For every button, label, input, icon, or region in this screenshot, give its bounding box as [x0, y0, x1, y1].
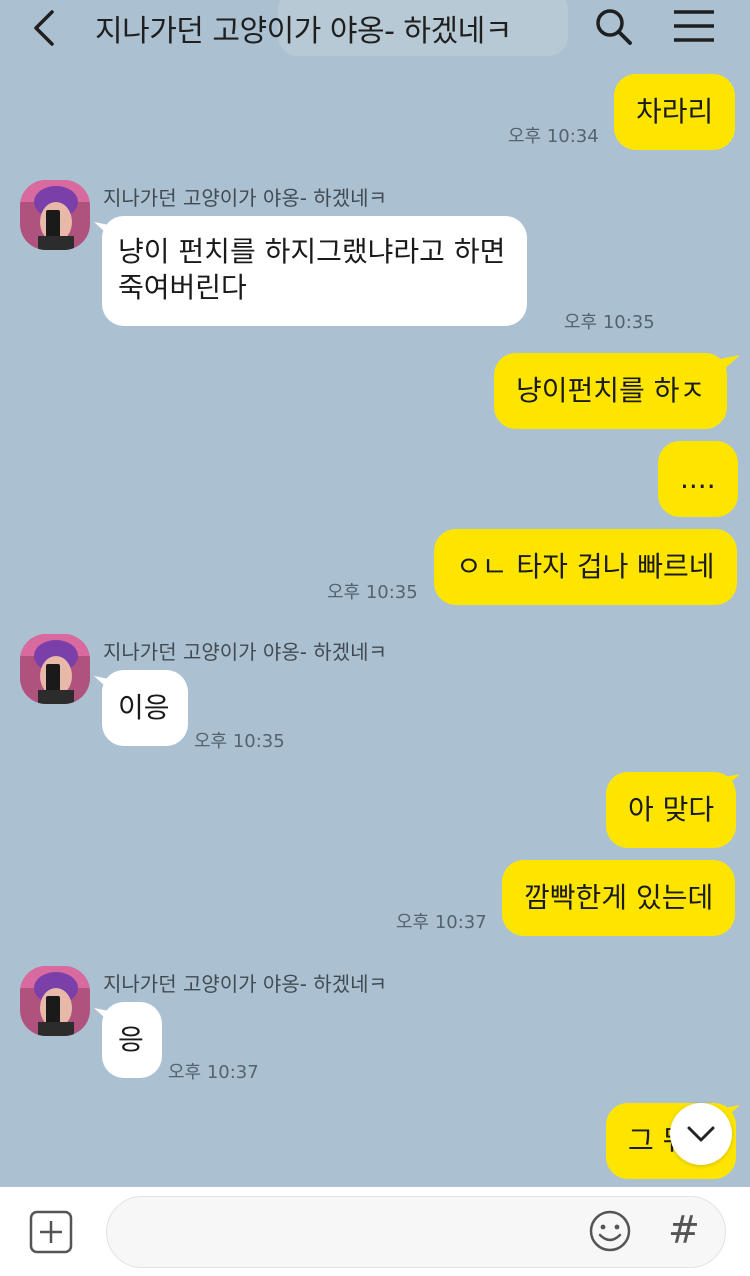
hamburger-menu-icon — [674, 10, 714, 42]
avatar-image — [20, 966, 90, 1036]
my-message-bubble[interactable]: ㅇㄴ 타자 겁나 빠르네 — [434, 529, 737, 605]
plus-box-icon — [29, 1210, 73, 1254]
bubble-tail — [720, 355, 740, 373]
chat-title: 지나가던 고양이가 야옹- 하겠네ㅋ — [95, 14, 512, 49]
message-text: ㅇㄴ 타자 겁나 빠르네 — [456, 550, 715, 583]
chat-header: 지나가던 고양이가 야옹- 하겠네ㅋ — [0, 0, 750, 58]
message-text: 응 — [118, 1023, 144, 1056]
other-message-bubble[interactable]: 이응 — [102, 670, 188, 746]
message-text: .... — [680, 462, 716, 495]
emoji-button[interactable] — [588, 1209, 632, 1253]
other-message-bubble[interactable]: 냥이 펀치를 하지그랬냐라고 하면 죽여버린다 — [102, 216, 528, 326]
message-time: 오후 10:35 — [327, 582, 418, 603]
message-time: 오후 10:37 — [396, 912, 487, 933]
add-attachment-button[interactable] — [28, 1209, 74, 1255]
message-text-line: 냥이 펀치를 하지그랬냐라고 하면 — [118, 235, 506, 268]
back-button[interactable] — [26, 8, 62, 48]
message-text: 차라리 — [636, 95, 714, 128]
avatar-image — [20, 634, 90, 704]
avatar[interactable] — [20, 966, 90, 1036]
my-message-bubble[interactable]: 냥이펀치를 하ㅈ — [494, 353, 728, 429]
message-text: 깜빡한게 있는데 — [524, 881, 714, 914]
hashtag-button[interactable]: # — [668, 1205, 704, 1255]
other-message-bubble[interactable]: 응 — [102, 1002, 162, 1078]
avatar[interactable] — [20, 180, 90, 250]
search-button[interactable] — [592, 4, 636, 48]
my-message-bubble[interactable]: 차라리 — [614, 74, 736, 150]
search-icon — [596, 9, 632, 45]
message-time: 오후 10:37 — [168, 1062, 259, 1083]
message-text: 이응 — [118, 691, 170, 724]
my-message-bubble[interactable]: 아 맞다 — [606, 772, 737, 848]
emoji-icon — [589, 1210, 631, 1252]
chevron-left-icon — [34, 10, 54, 46]
my-message-bubble[interactable]: 깜빡한게 있는데 — [502, 860, 736, 936]
avatar[interactable] — [20, 634, 90, 704]
scroll-to-bottom-button[interactable] — [670, 1103, 732, 1165]
chevron-down-icon — [687, 1126, 715, 1142]
sender-name: 지나가던 고양이가 야옹- 하겠네ㅋ — [103, 640, 387, 664]
message-time: 오후 10:35 — [564, 312, 655, 333]
message-input[interactable] — [106, 1196, 726, 1268]
my-message-bubble[interactable]: .... — [658, 441, 738, 517]
bubble-tail — [720, 774, 740, 792]
message-text-line: 죽여버린다 — [118, 271, 247, 304]
message-text: 냥이펀치를 하ㅈ — [516, 374, 706, 407]
avatar-image — [20, 180, 90, 250]
message-time: 오후 10:35 — [194, 731, 285, 752]
message-text: 아 맞다 — [628, 793, 715, 826]
sender-name: 지나가던 고양이가 야옹- 하겠네ㅋ — [103, 972, 387, 996]
sender-name: 지나가던 고양이가 야옹- 하겠네ㅋ — [103, 186, 387, 210]
message-time: 오후 10:34 — [508, 126, 599, 147]
menu-button[interactable] — [672, 6, 716, 46]
message-input-bar: # — [0, 1187, 750, 1276]
